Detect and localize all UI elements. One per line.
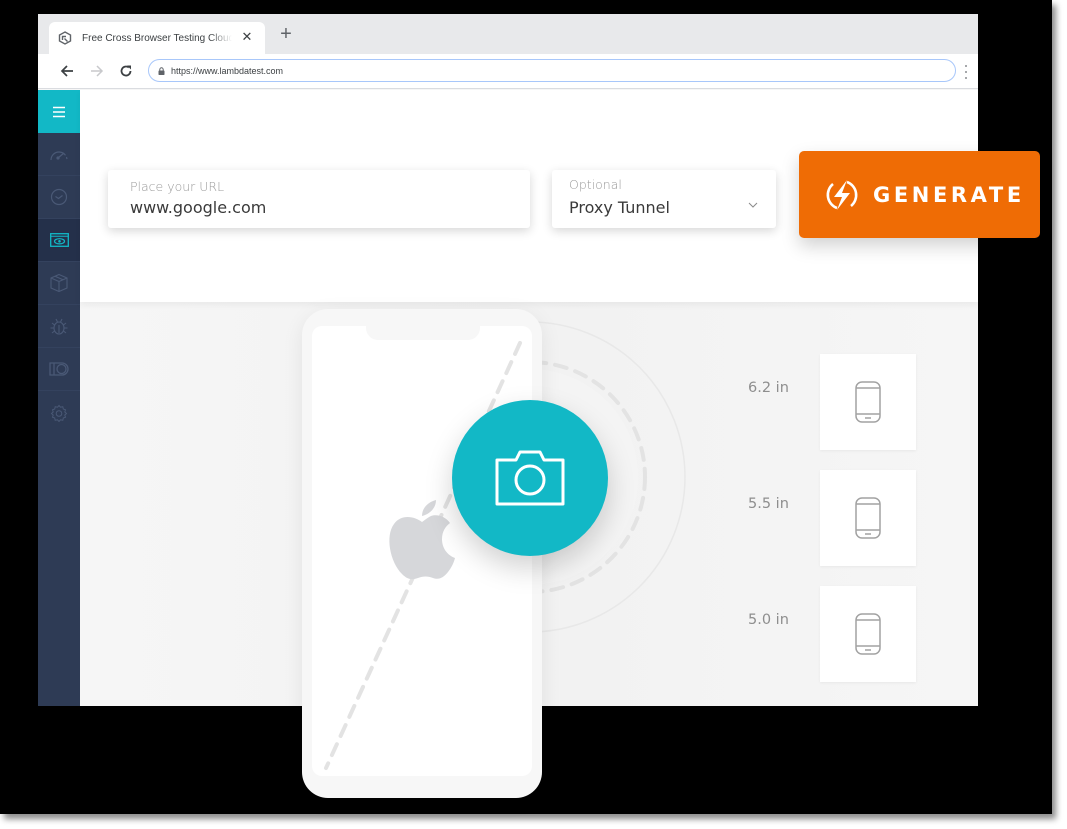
stage: Free Cross Browser Testing Cloud ✕ + htt…	[0, 0, 1067, 829]
new-tab-button[interactable]: +	[278, 24, 294, 44]
device-size-card-5-5[interactable]	[820, 470, 916, 566]
reload-button[interactable]	[117, 62, 135, 80]
smartphone-icon	[855, 381, 881, 423]
tab-title: Free Cross Browser Testing Cloud	[82, 32, 232, 44]
hamburger-icon	[53, 106, 65, 117]
proxy-tunnel-select[interactable]: Optional Proxy Tunnel	[552, 170, 776, 228]
apple-logo-icon	[389, 500, 455, 580]
arrow-right-icon	[91, 65, 104, 77]
box-icon	[50, 273, 68, 293]
lock-icon	[158, 66, 165, 75]
sidebar-item-integrations[interactable]	[38, 348, 80, 391]
capture-screenshot-button[interactable]	[452, 400, 608, 556]
smartphone-icon	[855, 497, 881, 539]
back-button[interactable]	[58, 62, 76, 80]
gear-icon	[50, 404, 68, 422]
bug-icon	[50, 318, 68, 335]
toggle-icon	[49, 362, 69, 376]
dashed-diagonal	[324, 341, 522, 770]
device-size-card-5-0[interactable]	[820, 586, 916, 682]
generate-button[interactable]: GENERATE	[799, 151, 1040, 238]
url-text: https://www.lambdatest.com	[171, 65, 284, 76]
reload-icon	[120, 65, 132, 77]
device-size-card-6-2[interactable]	[820, 354, 916, 450]
lambdatest-logo-icon	[58, 31, 72, 45]
camera-icon	[495, 450, 565, 506]
device-size-label: 5.5 in	[748, 496, 789, 512]
phone-screen	[312, 326, 532, 776]
url-input-value: www.google.com	[130, 198, 267, 217]
device-size-label: 5.0 in	[748, 612, 789, 628]
speedometer-icon	[50, 151, 68, 161]
clock-icon	[50, 188, 68, 206]
sidebar-item-menu[interactable]	[38, 90, 80, 133]
sidebar	[38, 90, 80, 706]
close-tab-icon[interactable]: ✕	[241, 30, 253, 43]
sidebar-item-settings[interactable]	[38, 391, 80, 434]
phone-mockup	[302, 309, 542, 798]
sidebar-item-history[interactable]	[38, 176, 80, 219]
browser-toolbar: https://www.lambdatest.com	[38, 54, 978, 89]
browser-tab[interactable]: Free Cross Browser Testing Cloud ✕	[49, 22, 265, 54]
kebab-menu-icon[interactable]	[964, 65, 968, 79]
smartphone-icon	[855, 613, 881, 655]
chevron-down-icon	[748, 202, 758, 208]
lightning-icon	[826, 180, 858, 210]
browser-eye-icon	[49, 233, 69, 247]
arrow-left-icon	[60, 65, 73, 77]
url-input-label: Place your URL	[130, 179, 225, 194]
device-size-label: 6.2 in	[748, 380, 789, 396]
proxy-tunnel-value: Proxy Tunnel	[569, 198, 670, 217]
sidebar-item-visual-testing[interactable]	[38, 219, 80, 262]
address-bar[interactable]: https://www.lambdatest.com	[148, 59, 956, 82]
forward-button[interactable]	[88, 62, 106, 80]
sidebar-item-dashboard[interactable]	[38, 133, 80, 176]
sidebar-item-automation[interactable]	[38, 262, 80, 305]
sidebar-item-issues[interactable]	[38, 305, 80, 348]
url-input[interactable]: Place your URL www.google.com	[108, 170, 530, 228]
tab-bar: Free Cross Browser Testing Cloud ✕ +	[38, 14, 978, 54]
proxy-tunnel-label: Optional	[569, 177, 622, 192]
generate-label: GENERATE	[873, 183, 1025, 207]
